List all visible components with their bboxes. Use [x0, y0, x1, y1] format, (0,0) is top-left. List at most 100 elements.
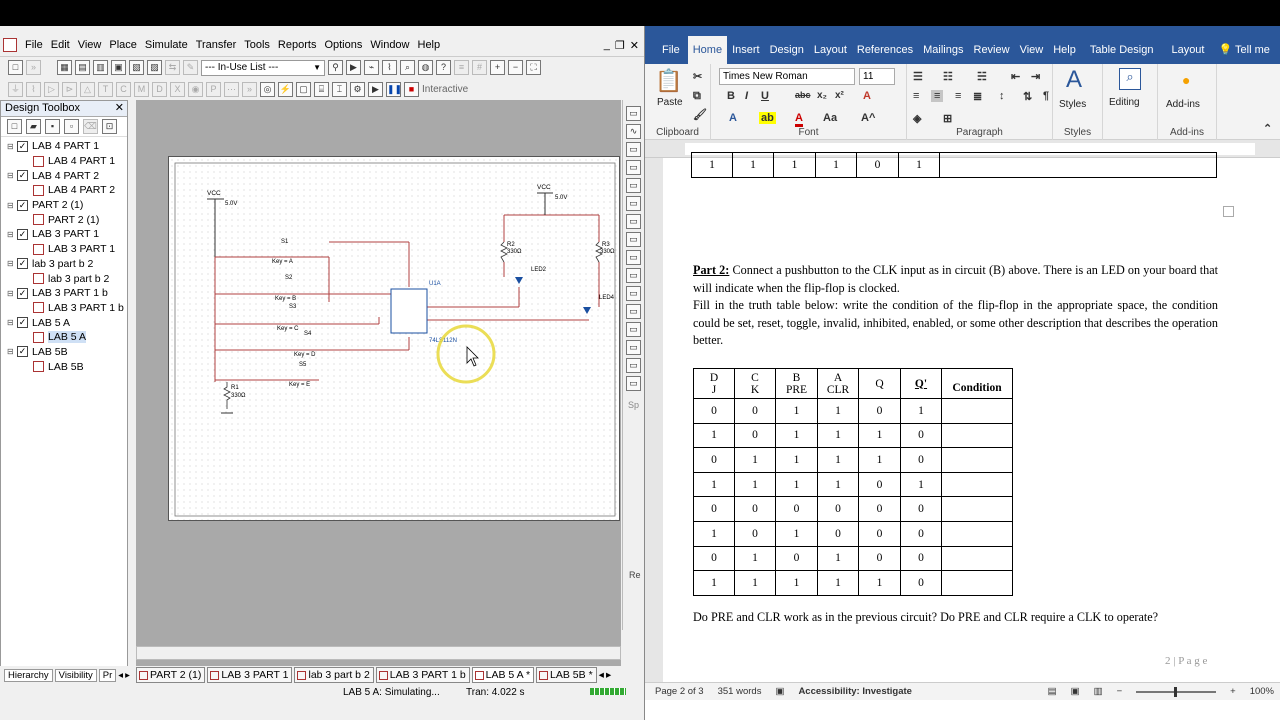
zoom-slider[interactable]: [1136, 686, 1217, 697]
table-cell[interactable]: 1: [775, 447, 818, 473]
delete-icon[interactable]: ⌫: [83, 119, 98, 134]
table-cell[interactable]: 1: [898, 152, 940, 178]
table-cell[interactable]: 1: [817, 570, 859, 596]
visibility-checkbox[interactable]: ✓: [17, 199, 28, 211]
align-center-icon[interactable]: ≡: [931, 90, 944, 102]
font-size-combo[interactable]: 11: [859, 68, 895, 85]
doc-tab-lab3-part1b[interactable]: LAB 3 PART 1 b: [375, 667, 470, 683]
power-icon[interactable]: P: [206, 81, 221, 97]
table-cell[interactable]: 0: [775, 545, 818, 572]
table-cell[interactable]: [941, 570, 1013, 596]
schematic-sheet[interactable]: VCC 5.0V VCC 5.0V S1 Key = A S2 Key = B …: [168, 156, 620, 521]
place-bus-icon[interactable]: ⌸: [314, 81, 329, 97]
table-cell[interactable]: 0: [817, 496, 859, 522]
mcu-icon[interactable]: M: [134, 81, 149, 97]
table-cell[interactable]: 0: [900, 447, 942, 473]
collapse-icon[interactable]: ⊟: [7, 171, 17, 180]
menu-edit[interactable]: Edit: [47, 39, 74, 51]
table-cell[interactable]: [939, 152, 1217, 178]
visibility-checkbox[interactable]: ✓: [17, 170, 28, 182]
tree-sheet-item[interactable]: LAB 5 A: [1, 330, 127, 345]
numbering-icon[interactable]: ☷: [943, 70, 953, 83]
table-cell[interactable]: 0: [900, 545, 942, 572]
font-color-icon[interactable]: A: [795, 112, 803, 127]
tab-scroll-left-icon[interactable]: ◂: [118, 670, 123, 681]
table-cell[interactable]: 1: [858, 447, 901, 473]
zoom-level[interactable]: 100%: [1250, 686, 1280, 697]
table-cell[interactable]: 1: [693, 520, 735, 547]
basic-icon[interactable]: ⌇: [26, 81, 41, 97]
sort-icon[interactable]: ⇅: [1023, 90, 1032, 103]
misc-icon[interactable]: ⋯: [224, 81, 239, 97]
tab-scroll-right-icon[interactable]: ▸: [125, 670, 130, 681]
table-cell[interactable]: 0: [693, 398, 735, 424]
tree-sheet-item[interactable]: LAB 5B: [1, 359, 127, 374]
shading-icon[interactable]: ◈: [913, 112, 921, 125]
bus-icon[interactable]: ⌇: [382, 60, 397, 75]
table-cell[interactable]: 1: [775, 398, 818, 424]
table-cell[interactable]: 0: [693, 545, 735, 572]
strikethrough-icon[interactable]: abc: [795, 90, 811, 100]
virtual-icon[interactable]: ▶: [346, 60, 361, 75]
tab-file[interactable]: File: [645, 36, 688, 64]
tab-design[interactable]: Design: [765, 36, 809, 64]
page-count[interactable]: Page 2 of 3: [655, 686, 704, 697]
menu-view[interactable]: View: [74, 39, 106, 51]
grow-font-icon[interactable]: A^: [861, 112, 875, 124]
mixed-icon[interactable]: X: [170, 81, 185, 97]
table-cell[interactable]: 0: [858, 471, 901, 498]
menu-reports[interactable]: Reports: [274, 39, 321, 51]
table-cell[interactable]: 0: [856, 152, 899, 178]
tree-design-item[interactable]: ⊟ ✓ LAB 4 PART 2: [1, 168, 127, 183]
styles-button[interactable]: Styles: [1059, 99, 1086, 110]
visibility-checkbox[interactable]: ✓: [17, 258, 28, 270]
header-dj[interactable]: DJ: [693, 368, 735, 399]
addins-icon[interactable]: ●: [1182, 72, 1190, 88]
tab-view[interactable]: View: [1015, 36, 1049, 64]
more-components-icon[interactable]: »: [242, 81, 257, 97]
header-qbar[interactable]: Q': [900, 368, 942, 399]
decrease-indent-icon[interactable]: ⇤: [1011, 70, 1020, 83]
print-layout-icon[interactable]: ▣: [1071, 686, 1080, 697]
distortion-icon[interactable]: ▭: [626, 304, 641, 319]
place-hier-icon[interactable]: ▢: [296, 81, 311, 97]
menu-transfer[interactable]: Transfer: [192, 39, 241, 51]
wire-icon[interactable]: ⌁: [364, 60, 379, 75]
table-cell[interactable]: 0: [858, 520, 901, 547]
subscript-icon[interactable]: x₂: [817, 90, 827, 101]
vertical-ruler[interactable]: [645, 158, 663, 700]
header-ck[interactable]: CK: [734, 368, 776, 399]
table-cell[interactable]: 1: [858, 570, 901, 596]
table-cell[interactable]: 0: [858, 545, 901, 572]
tab-hierarchy[interactable]: Hierarchy: [4, 668, 53, 682]
counter-icon[interactable]: ▭: [626, 214, 641, 229]
cut-icon[interactable]: ✂: [693, 70, 702, 83]
tab-insert[interactable]: Insert: [727, 36, 765, 64]
paste-icon[interactable]: 📋: [655, 68, 682, 94]
table-resize-handle[interactable]: [1223, 206, 1234, 217]
table-cell[interactable]: 1: [775, 520, 818, 547]
logic-converter-icon[interactable]: ▭: [626, 268, 641, 283]
tab-help[interactable]: Help: [1048, 36, 1081, 64]
styles-icon[interactable]: A: [1066, 66, 1082, 94]
table-cell[interactable]: [941, 496, 1013, 522]
agilent-icon[interactable]: ▭: [626, 358, 641, 373]
editing-button[interactable]: Editing: [1109, 97, 1140, 108]
change-case-icon[interactable]: Aa: [823, 112, 837, 124]
restore-icon[interactable]: ❐: [615, 39, 625, 52]
table-cell[interactable]: 1: [693, 471, 735, 498]
collapse-icon[interactable]: ⊟: [7, 201, 17, 210]
table-cell[interactable]: [941, 545, 1013, 572]
table-cell[interactable]: 1: [693, 570, 735, 596]
collapse-icon[interactable]: ⊟: [7, 230, 17, 239]
iv-analyzer-icon[interactable]: ▭: [626, 286, 641, 301]
table-cell[interactable]: 1: [775, 570, 818, 596]
tree-design-item[interactable]: ⊟ ✓ LAB 3 PART 1: [1, 227, 127, 242]
header-bpre[interactable]: B PRE: [775, 368, 818, 399]
table-cell[interactable]: 0: [900, 570, 942, 596]
table-cell[interactable]: [941, 520, 1013, 547]
addins-button[interactable]: Add-ins: [1166, 99, 1200, 110]
table-cell[interactable]: 0: [734, 422, 776, 449]
tree-sheet-item[interactable]: PART 2 (1): [1, 212, 127, 227]
accessibility-status[interactable]: Accessibility: Investigate: [798, 686, 912, 697]
